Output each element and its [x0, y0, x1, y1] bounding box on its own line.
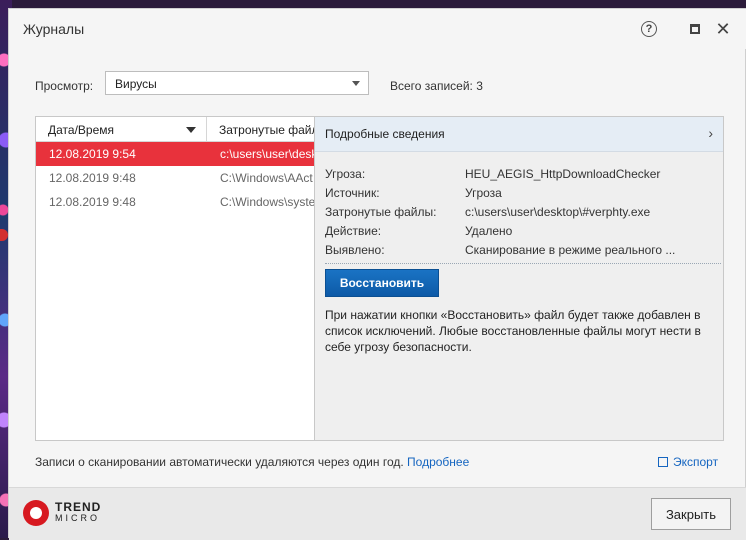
field-label-files: Затронутые файлы:: [325, 205, 437, 219]
column-divider[interactable]: [206, 117, 207, 141]
footer-bar: TREND MICRO Закрыть: [9, 487, 746, 540]
export-label: Экспорт: [673, 455, 719, 469]
view-dropdown-value: Вирусы: [115, 77, 157, 91]
row-file: C:\Windows\AAct: [220, 171, 313, 185]
export-button[interactable]: Экспорт: [658, 455, 718, 469]
logo-line-1: TREND: [55, 500, 102, 514]
more-info-link[interactable]: Подробнее: [407, 455, 469, 469]
log-list: Дата/Время Затронутые файл 12.08.2019 9:…: [36, 117, 319, 440]
chevron-down-icon: [352, 81, 360, 86]
details-header-label: Подробные сведения: [325, 127, 445, 141]
details-header[interactable]: Подробные сведения ›: [315, 117, 723, 152]
details-pane: Подробные сведения › Угроза: HEU_AEGIS_H…: [314, 117, 723, 440]
field-label-source: Источник:: [325, 186, 380, 200]
field-value-action: Удалено: [465, 224, 513, 238]
field-label-action: Действие:: [325, 224, 382, 238]
table-row[interactable]: 12.08.2019 9:54 c:\users\user\desk: [36, 142, 314, 166]
view-label: Просмотр:: [35, 79, 94, 93]
logo-line-2: MICRO: [55, 513, 100, 523]
title-bar: Журналы ? ✕: [9, 9, 746, 49]
row-datetime: 12.08.2019 9:54: [49, 147, 136, 161]
help-icon: ?: [641, 21, 657, 37]
close-button[interactable]: Закрыть: [651, 498, 731, 530]
logs-panel: Дата/Время Затронутые файл 12.08.2019 9:…: [35, 116, 724, 441]
trend-micro-logo: TREND MICRO: [23, 500, 101, 526]
retention-note: Записи о сканировании автоматически удал…: [35, 455, 469, 469]
chevron-right-icon[interactable]: ›: [708, 125, 713, 141]
details-divider: [325, 263, 721, 264]
sort-down-icon[interactable]: [186, 127, 196, 133]
total-records: Всего записей: 3: [390, 79, 483, 93]
table-row[interactable]: 12.08.2019 9:48 C:\Windows\AAct: [36, 166, 314, 190]
field-value-detected: Сканирование в режиме реального ...: [465, 243, 676, 257]
column-header-datetime[interactable]: Дата/Время: [48, 123, 114, 137]
restore-note: При нажатии кнопки «Восстановить» файл б…: [325, 308, 701, 354]
field-value-source: Угроза: [465, 186, 502, 200]
field-value-files: c:\users\user\desktop\#verphty.exe: [465, 205, 651, 219]
column-header-files[interactable]: Затронутые файл: [219, 123, 319, 137]
list-header: Дата/Время Затронутые файл: [36, 117, 319, 142]
close-icon: ✕: [715, 18, 731, 39]
row-file: c:\users\user\desk: [220, 147, 314, 161]
retention-note-text: Записи о сканировании автоматически удал…: [35, 455, 404, 469]
logs-window: Журналы ? ✕ Просмотр: Вирусы Всего запис…: [8, 8, 746, 540]
row-datetime: 12.08.2019 9:48: [49, 195, 136, 209]
window-title: Журналы: [23, 21, 85, 37]
logo-text: TREND MICRO: [55, 500, 102, 524]
row-file: C:\Windows\syste: [220, 195, 314, 209]
export-icon: [658, 457, 668, 467]
close-window-button[interactable]: ✕: [711, 17, 735, 41]
row-datetime: 12.08.2019 9:48: [49, 171, 136, 185]
maximize-icon: [690, 24, 700, 34]
trend-micro-logo-icon: [23, 500, 49, 526]
table-row[interactable]: 12.08.2019 9:48 C:\Windows\syste: [36, 190, 314, 214]
restore-button[interactable]: Восстановить: [325, 269, 439, 297]
field-value-threat: HEU_AEGIS_HttpDownloadChecker: [465, 167, 661, 181]
field-label-threat: Угроза:: [325, 167, 366, 181]
maximize-button[interactable]: [683, 17, 707, 41]
view-dropdown[interactable]: Вирусы: [105, 71, 369, 95]
field-label-detected: Выявлено:: [325, 243, 385, 257]
help-button[interactable]: ?: [637, 17, 661, 41]
